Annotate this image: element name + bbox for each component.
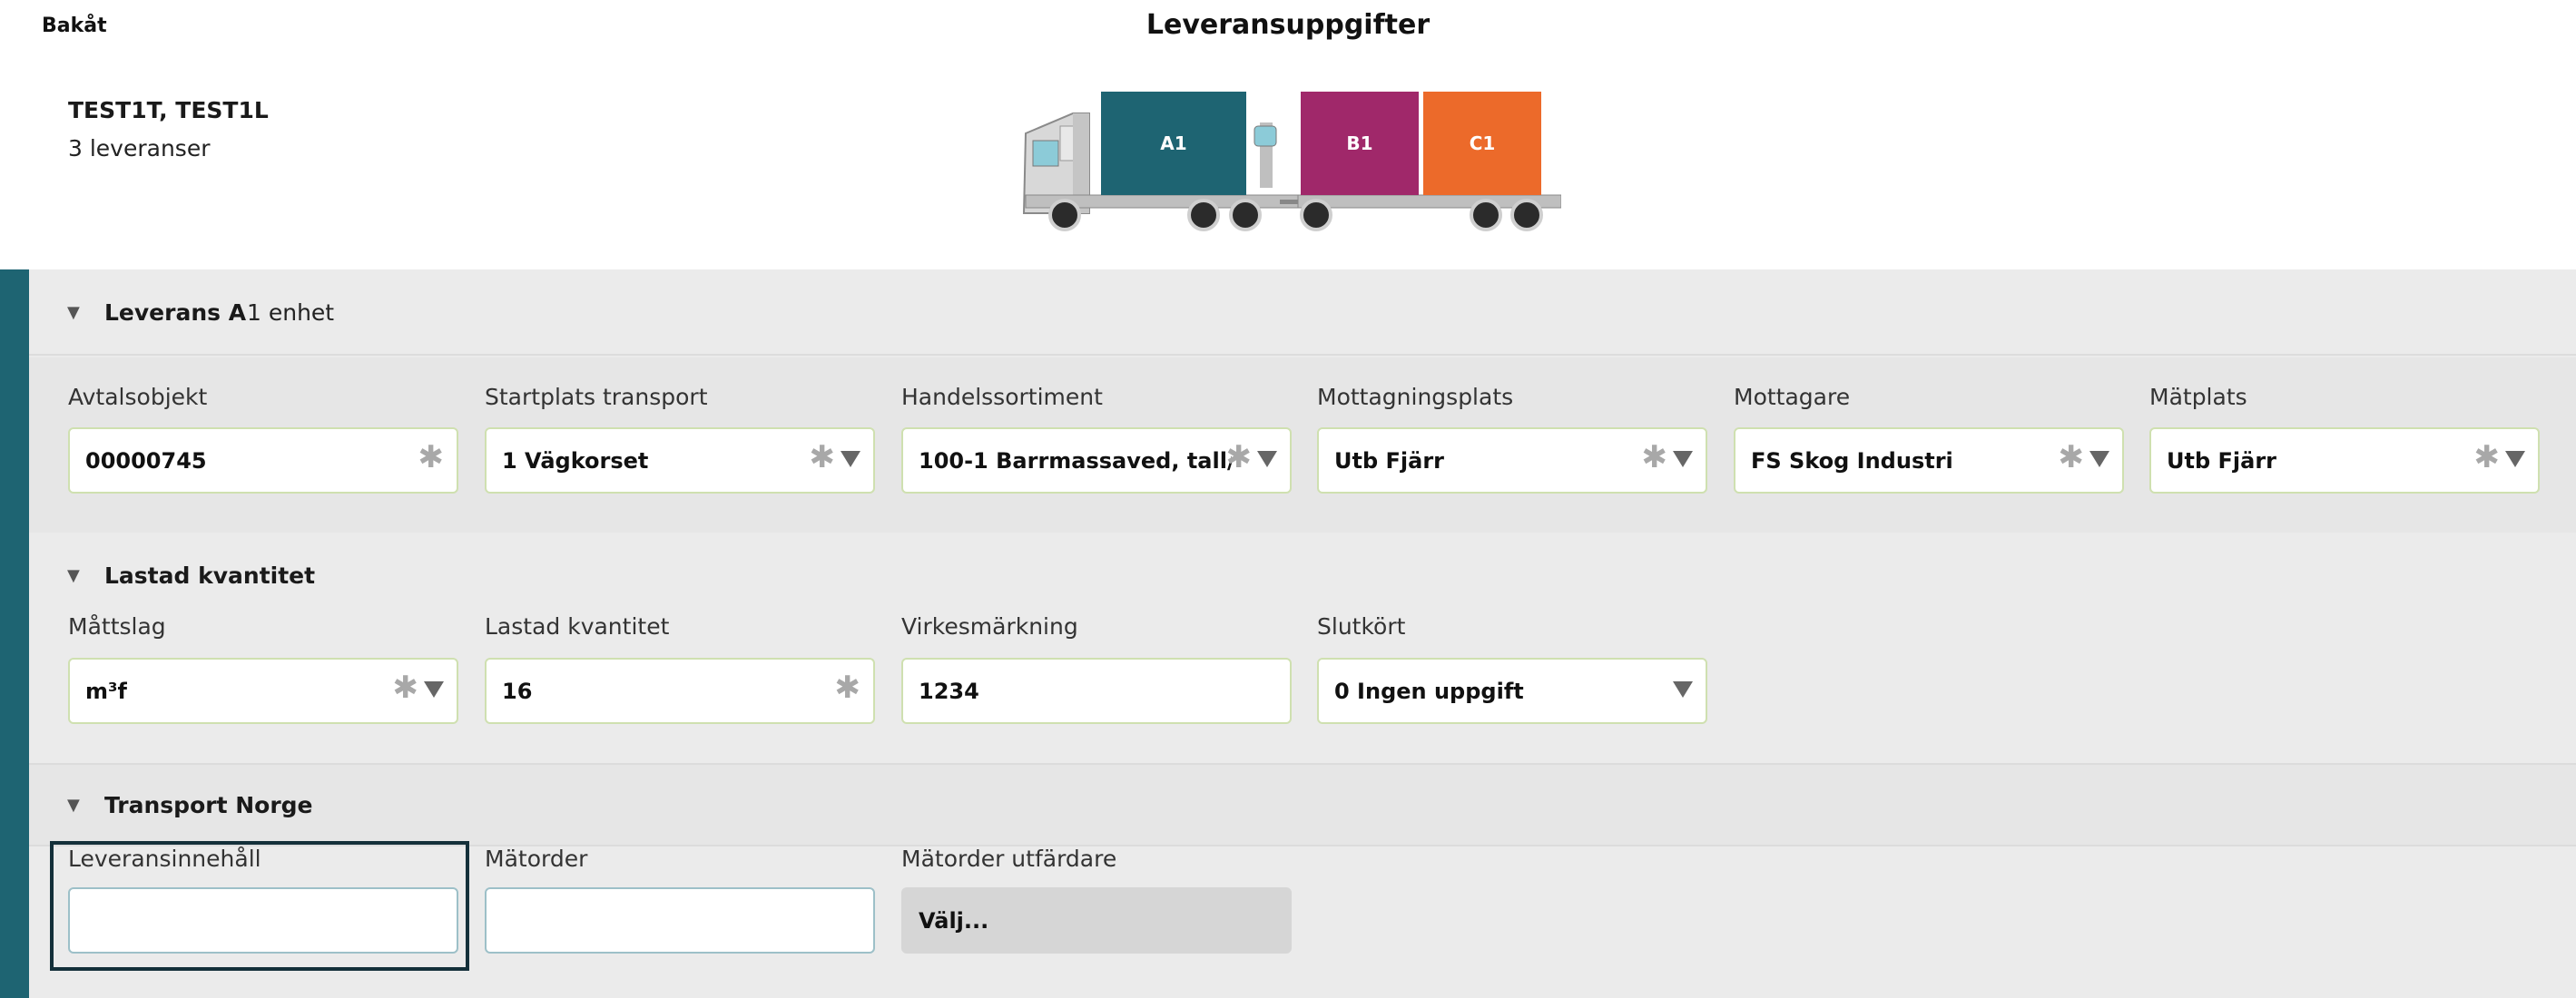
label-handelssortiment: Handelssortiment [901,384,1103,410]
mattslag-dropdown[interactable]: m³f ✱ [68,658,458,724]
required-asterisk-icon: ✱ [809,439,836,475]
leveransinnehall-input[interactable] [68,887,458,954]
dropdown-arrow-icon[interactable] [841,451,860,467]
required-asterisk-icon: ✱ [2058,439,2085,475]
mottagningsplats-value: Utb Fjärr [1334,447,1444,474]
section-title-leverans: Leverans A [104,299,247,326]
matorder-utfardare-select[interactable]: Välj... [901,887,1292,954]
section-title-lastad: Lastad kvantitet [104,562,316,589]
dropdown-arrow-icon[interactable] [424,681,444,698]
cargo-a1-label: A1 [1160,132,1187,154]
startplats-value: 1 Vägkorset [502,447,649,474]
required-asterisk-icon: ✱ [418,439,445,475]
handelssortiment-dropdown[interactable]: 100-1 Barrmassaved, tall/gra ✱ [901,427,1292,494]
left-accent-bar [0,269,29,998]
cargo-a1: A1 [1101,92,1246,195]
label-virkesmarkning: Virkesmärkning [901,613,1078,640]
lastad-kvantitet-input[interactable]: 16 ✱ [485,658,875,724]
matorder-utfardare-value: Välj... [919,907,989,934]
dropdown-arrow-icon[interactable] [2089,451,2109,467]
collapse-chevron-icon[interactable]: ▼ [67,303,80,322]
mottagare-value: FS Skog Industri [1751,447,1953,474]
order-id: TEST1T, TEST1L [68,97,269,123]
label-matorder: Mätorder [485,846,588,872]
label-mottagare: Mottagare [1734,384,1851,410]
content-area: ▼ Leverans A 1 enhet Avtalsobjekt Startp… [0,269,2576,998]
label-matplats: Mätplats [2149,384,2247,410]
truck-illustration: A1 B1 C1 [1017,86,1561,236]
virkesmarkning-input[interactable]: 1234 [901,658,1292,724]
label-matorder-utfardare: Mätorder utfärdare [901,846,1117,872]
mottagare-dropdown[interactable]: FS Skog Industri ✱ [1734,427,2124,494]
required-asterisk-icon: ✱ [1641,439,1668,475]
label-mattslag: Måttslag [68,613,166,640]
mottagningsplats-dropdown[interactable]: Utb Fjärr ✱ [1317,427,1707,494]
label-startplats: Startplats transport [485,384,708,410]
collapse-chevron-icon[interactable]: ▼ [67,796,80,815]
required-asterisk-icon: ✱ [834,670,861,706]
slutkort-value: 0 Ingen uppgift [1334,678,1524,704]
required-asterisk-icon: ✱ [392,670,419,706]
label-avtalsobjekt: Avtalsobjekt [68,384,208,410]
lastad-section-header[interactable]: ▼ Lastad kvantitet [29,534,2576,616]
required-asterisk-icon: ✱ [2473,439,2501,475]
avtalsobjekt-field[interactable]: 00000745 ✱ [68,427,458,494]
mattslag-value: m³f [85,678,127,704]
delivery-count: 3 leveranser [68,135,211,161]
lastad-kvantitet-value: 16 [502,678,533,704]
required-asterisk-icon: ✱ [1225,439,1253,475]
transport-section-header[interactable]: ▼ Transport Norge [29,763,2576,846]
label-lastad-kvantitet: Lastad kvantitet [485,613,670,640]
matplats-value: Utb Fjärr [2167,447,2276,474]
handelssortiment-value: 100-1 Barrmassaved, tall/gra [919,447,1232,474]
dropdown-arrow-icon[interactable] [1673,681,1693,698]
dropdown-arrow-icon[interactable] [2505,451,2525,467]
startplats-dropdown[interactable]: 1 Vägkorset ✱ [485,427,875,494]
dropdown-arrow-icon[interactable] [1673,451,1693,467]
cargo-c1: C1 [1423,92,1541,195]
label-mottagningsplats: Mottagningsplats [1317,384,1514,410]
label-slutkort: Slutkört [1317,613,1406,640]
cargo-c1-label: C1 [1469,132,1496,154]
virkesmarkning-value: 1234 [919,678,979,704]
leverans-section-header[interactable]: ▼ Leverans A 1 enhet [29,269,2576,356]
cargo-b1: B1 [1301,92,1419,195]
page-title: Leveransuppgifter [1145,9,1431,41]
dropdown-arrow-icon[interactable] [1257,451,1277,467]
slutkort-dropdown[interactable]: 0 Ingen uppgift [1317,658,1707,724]
matorder-input[interactable] [485,887,875,954]
matplats-dropdown[interactable]: Utb Fjärr ✱ [2149,427,2540,494]
cargo-b1-label: B1 [1346,132,1373,154]
section-subtitle-leverans: 1 enhet [247,299,335,326]
avtalsobjekt-value: 00000745 [85,447,207,474]
section-title-transport: Transport Norge [104,791,313,818]
label-leveransinnehall: Leveransinnehåll [68,846,261,872]
collapse-chevron-icon[interactable]: ▼ [67,566,80,585]
